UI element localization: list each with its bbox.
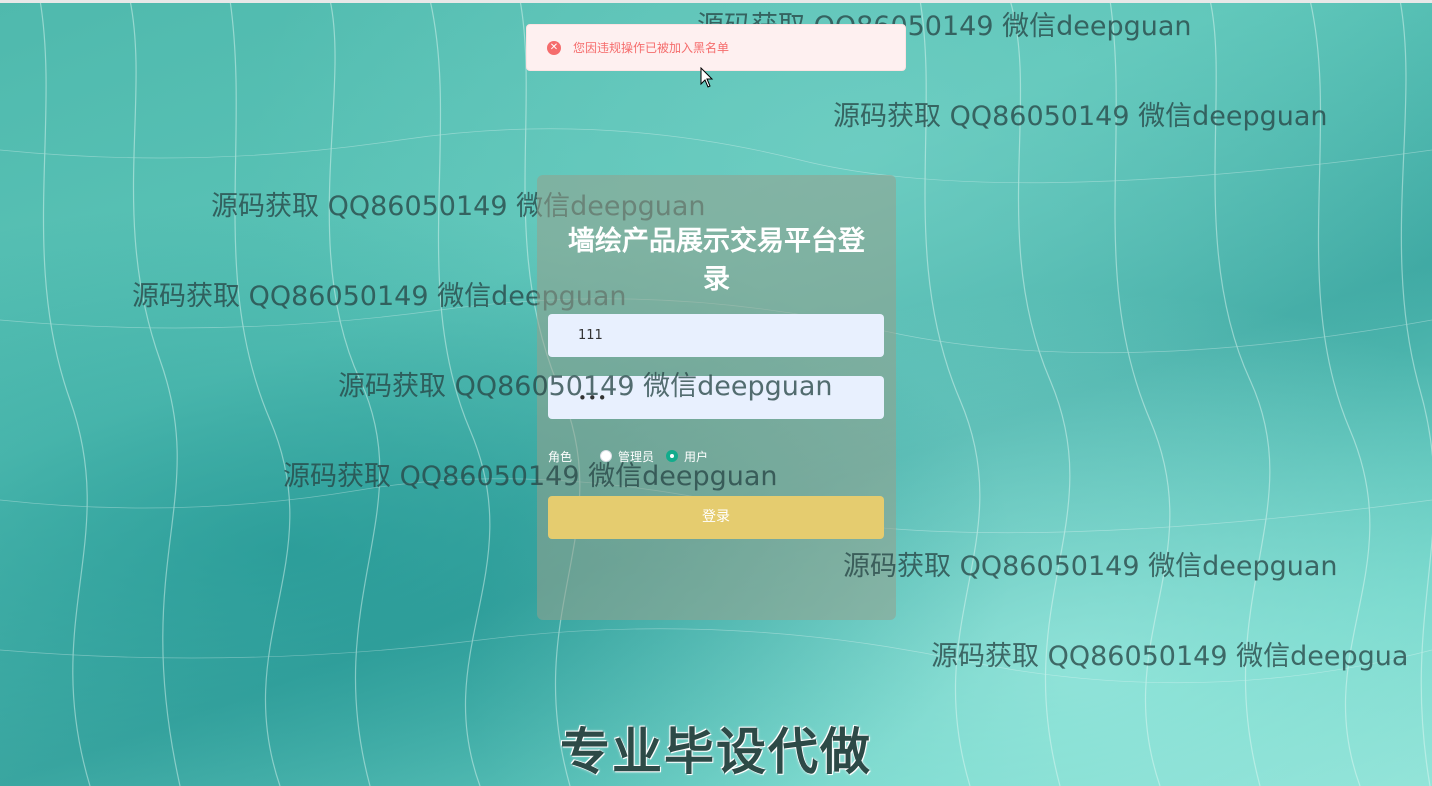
error-circle-icon: ✕ <box>547 40 561 55</box>
footer-banner: 专业毕设代做 <box>560 723 872 781</box>
top-border <box>0 0 1432 3</box>
username-value: 111 <box>578 328 603 343</box>
login-page: 源码获取 QQ86050149 微信deepguan 源码获取 QQ860501… <box>0 0 1432 786</box>
username-input[interactable]: 111 <box>548 314 884 357</box>
toast-message: 您因违规操作已被加入黑名单 <box>573 41 730 55</box>
watermark-text: 源码获取 QQ86050149 微信deepgua <box>931 641 1409 672</box>
login-button[interactable]: 登录 <box>548 496 884 539</box>
error-toast: ✕ 您因违规操作已被加入黑名单 <box>526 24 906 71</box>
watermark-text: 源码获取 QQ86050149 微信deepguan <box>283 461 778 492</box>
login-title: 墙绘产品展示交易平台登录 <box>568 226 865 295</box>
watermark-text: 源码获取 QQ86050149 微信deepguan <box>833 101 1328 132</box>
watermark-text: 源码获取 QQ86050149 微信deepguan <box>338 371 833 402</box>
watermark-text: 源码获取 QQ86050149 微信deepguan <box>843 551 1338 582</box>
mouse-cursor-icon <box>700 67 714 88</box>
